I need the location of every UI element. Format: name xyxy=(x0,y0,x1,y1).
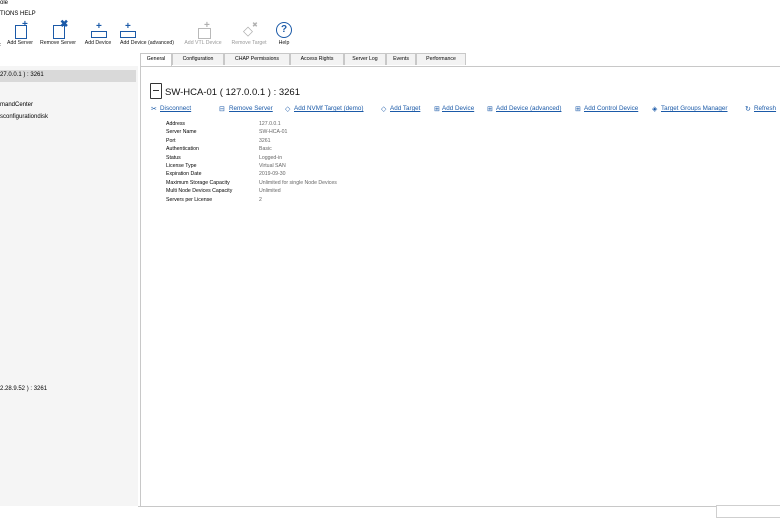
add-server-label: Add Server xyxy=(7,40,33,46)
add-device-advanced-icon: ⊞ xyxy=(487,106,493,113)
window-title: ole xyxy=(0,0,9,6)
remove-server-link[interactable]: Remove Server xyxy=(229,105,273,112)
add-device-icon: + xyxy=(89,22,107,39)
tree-item-commandcenter[interactable]: mandCenter xyxy=(0,102,33,108)
add-server-icon: + xyxy=(11,20,29,39)
status-corner-box xyxy=(716,505,780,518)
general-tab-panel xyxy=(140,66,780,507)
add-device-icon: ⊞ xyxy=(434,106,440,113)
property-value: Basic xyxy=(259,146,272,153)
add-server-button[interactable]: + Add Server xyxy=(4,20,36,47)
remove-target-label: Remove Target xyxy=(231,40,267,46)
tab-performance[interactable]: Performance xyxy=(416,53,466,65)
server-title: SW-HCA-01 ( 127.0.0.1 ) : 3261 xyxy=(165,87,300,98)
add-vtl-device-label: Add VTL Device xyxy=(184,40,222,46)
property-value: Virtual SAN xyxy=(259,163,286,169)
menu-bar[interactable]: TIONS HELP xyxy=(0,11,36,17)
toolbar-partial-label: : xyxy=(0,42,2,48)
property-value: Unlimited xyxy=(259,188,281,195)
help-button[interactable]: ? Help xyxy=(272,22,296,46)
add-vtl-device-icon: + xyxy=(194,21,212,39)
remove-server-icon: ⊟ xyxy=(219,106,225,113)
property-value: 127.0.0.1 xyxy=(259,121,281,127)
help-label: Help xyxy=(278,40,290,46)
disconnect-icon: ✂ xyxy=(151,106,157,113)
remove-server-label: Remove Server xyxy=(39,40,77,46)
property-value: SW-HCA-01 xyxy=(259,129,288,136)
property-key: Maximum Storage Capacity xyxy=(166,179,230,186)
property-key: Status xyxy=(166,154,181,161)
refresh-icon: ↻ xyxy=(745,106,751,113)
add-target-link[interactable]: Add Target xyxy=(390,105,420,112)
remove-server-icon: ✖ xyxy=(49,20,68,39)
add-nvmf-target-link[interactable]: Add NVMf Target (demo) xyxy=(294,105,364,112)
add-device-advanced-link[interactable]: Add Device (advanced) xyxy=(496,105,561,112)
property-key: Authentication xyxy=(166,146,199,153)
tab-chap-permissions[interactable]: CHAP Permissions xyxy=(224,53,290,65)
server-icon xyxy=(150,83,162,99)
property-value: 3261 xyxy=(259,137,271,144)
target-groups-manager-link[interactable]: Target Groups Manager xyxy=(661,105,728,112)
property-key: License Type xyxy=(166,163,197,169)
tab-configuration[interactable]: Configuration xyxy=(172,53,224,65)
toolbar: : + Add Server ✖ Remove Server + Add Dev… xyxy=(0,20,780,52)
property-key: Server Name xyxy=(166,129,197,136)
add-target-icon: ◇ xyxy=(381,106,387,113)
add-control-device-icon: ⊞ xyxy=(575,106,581,113)
add-target-icon: ◇ xyxy=(285,106,291,113)
property-value: 2019-09-30 xyxy=(259,171,286,178)
tree-item-server-local[interactable]: 27.0.0.1 ) : 3261 xyxy=(0,72,44,78)
tab-events[interactable]: Events xyxy=(386,53,416,65)
remove-target-button[interactable]: ◇ ✖ Remove Target xyxy=(227,22,271,46)
disconnect-link[interactable]: Disconnect xyxy=(160,105,191,112)
target-groups-icon: ◈ xyxy=(652,106,658,113)
property-key: Multi Node Devices Capacity xyxy=(166,188,233,195)
property-value: 2 xyxy=(259,196,262,203)
remove-target-icon: ◇ ✖ xyxy=(243,22,258,38)
add-control-device-link[interactable]: Add Control Device xyxy=(584,105,638,112)
remove-server-button[interactable]: ✖ Remove Server xyxy=(37,20,79,47)
property-value: Unlimited for single Node Devices xyxy=(259,179,337,186)
add-device-advanced-label: Add Device (advanced) xyxy=(120,40,174,46)
add-device-label: Add Device xyxy=(84,40,112,46)
tree-item-configurationdisk[interactable]: sconfigurationdisk xyxy=(0,114,48,120)
property-key: Port xyxy=(166,137,176,144)
add-device-button[interactable]: + Add Device xyxy=(81,22,115,47)
add-device-link[interactable]: Add Device xyxy=(442,105,474,112)
tab-general[interactable]: General xyxy=(140,53,172,66)
help-icon: ? xyxy=(275,22,293,39)
property-key: Expiration Date xyxy=(166,171,202,178)
property-value: Logged-in xyxy=(259,154,283,161)
add-device-advanced-button[interactable]: + Add Device (advanced) xyxy=(116,22,178,46)
property-key: Servers per License xyxy=(166,196,213,203)
refresh-link[interactable]: Refresh xyxy=(754,105,776,112)
property-key: Address xyxy=(166,121,186,127)
tree-item-server-remote[interactable]: 2.28.9.52 ) : 3261 xyxy=(0,386,47,392)
add-vtl-device-button[interactable]: + Add VTL Device xyxy=(180,21,226,47)
add-device-advanced-icon: + xyxy=(120,22,156,39)
tab-access-rights[interactable]: Access Rights xyxy=(290,53,344,65)
tab-server-log[interactable]: Server Log xyxy=(344,53,386,65)
server-tree-pane: 27.0.0.1 ) : 3261 mandCenter sconfigurat… xyxy=(0,66,138,506)
panel-bottom-border xyxy=(138,506,780,507)
